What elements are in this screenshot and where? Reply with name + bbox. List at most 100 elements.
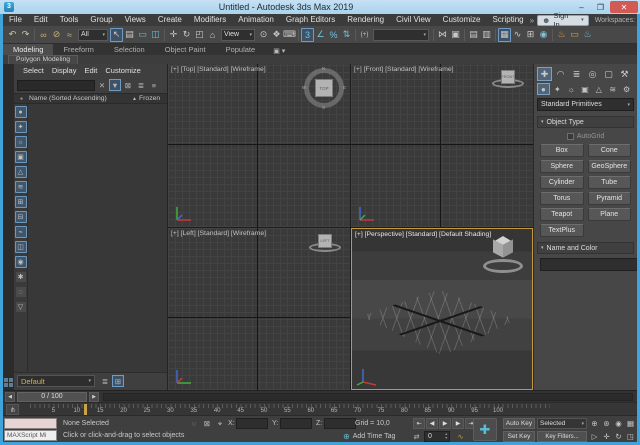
previous-frame-button[interactable]: ◀ [5,391,15,402]
viewport-top[interactable]: [+] [Top] [Standard] [Wireframe] N W E S… [168,64,350,227]
render-production-icon[interactable]: ♨ [581,28,594,42]
absolute-mode-toggle-icon[interactable]: ⌖ [214,418,226,429]
zoom-extents-icon[interactable]: ◉ [613,418,624,429]
play-animation-button[interactable]: ▶ [439,418,451,429]
current-frame-marker[interactable] [84,404,87,415]
viewport-label[interactable]: [+] [Top] [Standard] [Wireframe] [171,66,266,73]
edit-named-selection-sets-icon[interactable]: {+} [358,28,371,42]
zoom-extents-all-icon[interactable]: ▦ [625,418,636,429]
primitive-box-button[interactable]: Box [540,144,584,157]
explorer-list-view-icon[interactable]: ≣ [99,375,111,387]
add-time-tag[interactable]: ⊕ Add Time Tag [343,432,395,441]
clear-search-icon[interactable]: ✕ [96,79,108,91]
orbit-icon[interactable]: ↻ [613,431,624,442]
select-and-manipulate-icon[interactable]: ❖ [270,28,283,42]
field-of-view-icon[interactable]: ▷ [589,431,600,442]
primitive-teapot-button[interactable]: Teapot [540,208,584,221]
menu-views[interactable]: Views [119,14,152,26]
viewport-label[interactable]: [+] [Front] [Standard] [Wireframe] [354,66,454,73]
ribbon-tab-object-paint[interactable]: Object Paint [155,44,216,55]
tab-modify-icon[interactable]: ◠ [553,67,568,81]
pick-parent-icon[interactable]: ≡ [148,79,160,91]
tab-display-icon[interactable]: ▢ [601,67,616,81]
display-filter-icon[interactable]: ▼ [109,79,121,91]
selection-set-dropdown[interactable]: Selected ▾ [537,418,587,429]
viewcube[interactable]: N W E S TOP [302,66,346,110]
filter-groups-icon[interactable]: ⊞ [14,196,27,208]
object-type-rollout-header[interactable]: ▾ Object Type [537,116,634,128]
viewcube-ring[interactable] [483,259,523,273]
viewcube[interactable]: FRONT [491,68,525,94]
viewcube-face[interactable]: FRONT [501,70,515,84]
default-key-tangent-icon[interactable]: ∿ [455,431,466,442]
spinner-snap-toggle-icon[interactable]: ⇅ [340,28,353,42]
primitive-cylinder-button[interactable]: Cylinder [540,176,584,189]
primitive-category-dropdown[interactable]: Standard Primitives ▾ [537,98,634,111]
autogrid-checkbox[interactable] [566,132,574,140]
category-helpers-icon[interactable]: △ [592,83,605,95]
category-cameras-icon[interactable]: ▣ [579,83,592,95]
time-slider-track[interactable] [103,392,633,401]
rendered-frame-window-icon[interactable]: ▭ [568,28,581,42]
reference-coordinate-dropdown[interactable]: View ▾ [221,28,255,41]
primitive-tube-button[interactable]: Tube [587,176,631,189]
set-key-button[interactable]: Set Key [503,431,535,442]
align-icon[interactable]: ▣ [449,28,462,42]
x-coordinate-field[interactable] [236,418,268,429]
next-frame-button[interactable]: ▶ [89,391,99,402]
angle-snap-toggle-icon[interactable]: ∠ [314,28,327,42]
primitive-sphere-button[interactable]: Sphere [540,160,584,173]
filter-xrefs-icon[interactable]: ⊟ [14,211,27,223]
z-coordinate-field[interactable] [324,418,356,429]
filter-hidden-icon[interactable]: ◌ [14,286,27,298]
explorer-menu-select[interactable]: Select [19,65,48,77]
ribbon-tab-populate[interactable]: Populate [216,44,266,55]
ribbon-tab-selection[interactable]: Selection [104,44,155,55]
menu-group[interactable]: Group [84,14,118,26]
primitive-pyramid-button[interactable]: Pyramid [587,192,631,205]
menu-rendering[interactable]: Rendering [341,14,390,26]
ribbon-tab-modeling[interactable]: Modeling [3,44,54,55]
tab-utilities-icon[interactable]: ⚒ [617,67,632,81]
selection-region-icon[interactable]: ▭ [136,28,149,42]
material-editor-icon[interactable]: ◉ [537,28,550,42]
explorer-settings-icon[interactable]: ⊞ [112,375,124,387]
frame-spinner[interactable]: ▲ ▼ [445,432,449,440]
explorer-menu-display[interactable]: Display [48,65,81,77]
filter-materials-icon[interactable]: ◉ [14,256,27,268]
menu-scripting[interactable]: Scripting [486,14,529,26]
maximize-viewport-toggle-icon[interactable]: ◳ [625,431,636,442]
key-filters-button[interactable]: Key Filters... [537,431,587,442]
toolbar-overflow-icon[interactable]: » [530,16,534,25]
undo-icon[interactable]: ↶ [6,28,19,42]
percent-snap-toggle-icon[interactable]: % [327,28,340,42]
maximize-button[interactable]: ❐ [591,1,610,13]
isolate-selection-toggle-icon[interactable]: ◌ [188,418,200,429]
menu-animation[interactable]: Animation [232,14,280,26]
maxscript-listener-label[interactable]: MAXScript Mi [4,430,57,441]
select-by-name-icon[interactable]: ▤ [123,28,136,42]
viewport-layout-tabs-icon[interactable] [4,378,13,387]
category-space-warps-icon[interactable]: ≋ [606,83,619,95]
pan-view-icon[interactable]: ✛ [601,431,612,442]
menu-modifiers[interactable]: Modifiers [188,14,232,26]
select-object-icon[interactable]: ↖ [110,27,123,42]
name-color-rollout-header[interactable]: ▾ Name and Color [537,242,634,254]
filter-geometry-icon[interactable]: ● [14,106,27,118]
set-keys-button[interactable]: ✚ [473,418,497,441]
explorer-preset-dropdown[interactable]: Default ▾ [17,375,95,387]
selection-lock-toggle-icon[interactable]: ⊠ [201,418,213,429]
explorer-menu-customize[interactable]: Customize [101,65,144,77]
select-and-rotate-icon[interactable]: ↻ [180,28,193,42]
previous-frame-button[interactable]: ◀ [426,418,438,429]
curve-editor-icon[interactable]: ∿ [511,28,524,42]
time-slider-handle[interactable]: 0 / 100 [17,391,87,402]
column-name[interactable]: Name (Sorted Ascending) [29,95,132,102]
primitive-geosphere-button[interactable]: GeoSphere [587,160,631,173]
explorer-menu-edit[interactable]: Edit [80,65,101,77]
render-setup-icon[interactable]: ♨ [555,28,568,42]
snaps-toggle-3d-icon[interactable]: 3 [301,27,314,42]
object-name-input[interactable] [540,258,640,271]
toggle-ribbon-icon[interactable]: ▦ [498,27,511,42]
key-mode-toggle[interactable]: ⇄ [411,431,422,442]
